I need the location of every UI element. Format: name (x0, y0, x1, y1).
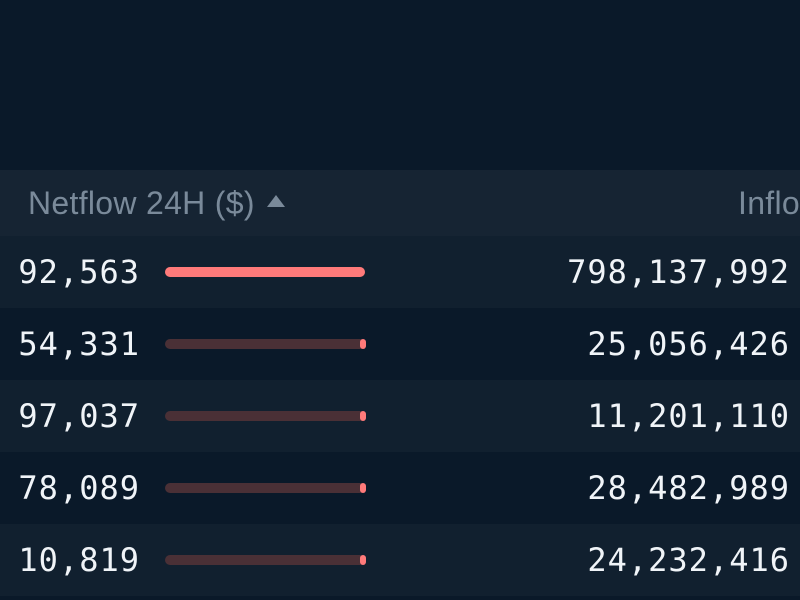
netflow-bar-fill (360, 339, 366, 349)
netflow-bar (165, 483, 365, 493)
column-header-netflow-label: Netflow 24H ($) (28, 185, 255, 222)
netflow-bar (165, 267, 365, 277)
netflow-bar (165, 411, 365, 421)
table-header-row: Netflow 24H ($) Inflo (0, 170, 800, 236)
sort-ascending-icon (267, 195, 285, 207)
netflow-bar-fill (360, 483, 366, 493)
table-row[interactable]: 10,819 24,232,416 (0, 524, 800, 596)
column-header-inflow[interactable]: Inflo (738, 185, 800, 222)
table-row[interactable]: 54,331 25,056,426 (0, 308, 800, 380)
netflow-value: 97,037 (18, 397, 140, 435)
inflow-value: 11,201,110 (587, 397, 790, 435)
netflow-bar (165, 555, 365, 565)
column-header-netflow[interactable]: Netflow 24H ($) (28, 185, 285, 222)
table-row[interactable]: 78,089 28,482,989 (0, 452, 800, 524)
netflow-bar (165, 339, 365, 349)
inflow-value: 24,232,416 (587, 541, 790, 579)
netflow-value: 78,089 (18, 469, 140, 507)
netflow-bar-fill (360, 411, 366, 421)
netflow-value: 54,331 (18, 325, 140, 363)
table-row[interactable]: 92,563 798,137,992 (0, 236, 800, 308)
inflow-value: 798,137,992 (567, 253, 790, 291)
netflow-bar-fill (360, 555, 366, 565)
column-header-inflow-label: Inflo (738, 185, 800, 221)
inflow-value: 28,482,989 (587, 469, 790, 507)
netflow-value: 10,819 (18, 541, 140, 579)
table-row[interactable]: 97,037 11,201,110 (0, 380, 800, 452)
table-body: 92,563 798,137,992 54,331 25,056,426 97,… (0, 236, 800, 596)
netflow-value: 92,563 (18, 253, 140, 291)
netflow-bar-fill (165, 267, 365, 277)
inflow-value: 25,056,426 (587, 325, 790, 363)
